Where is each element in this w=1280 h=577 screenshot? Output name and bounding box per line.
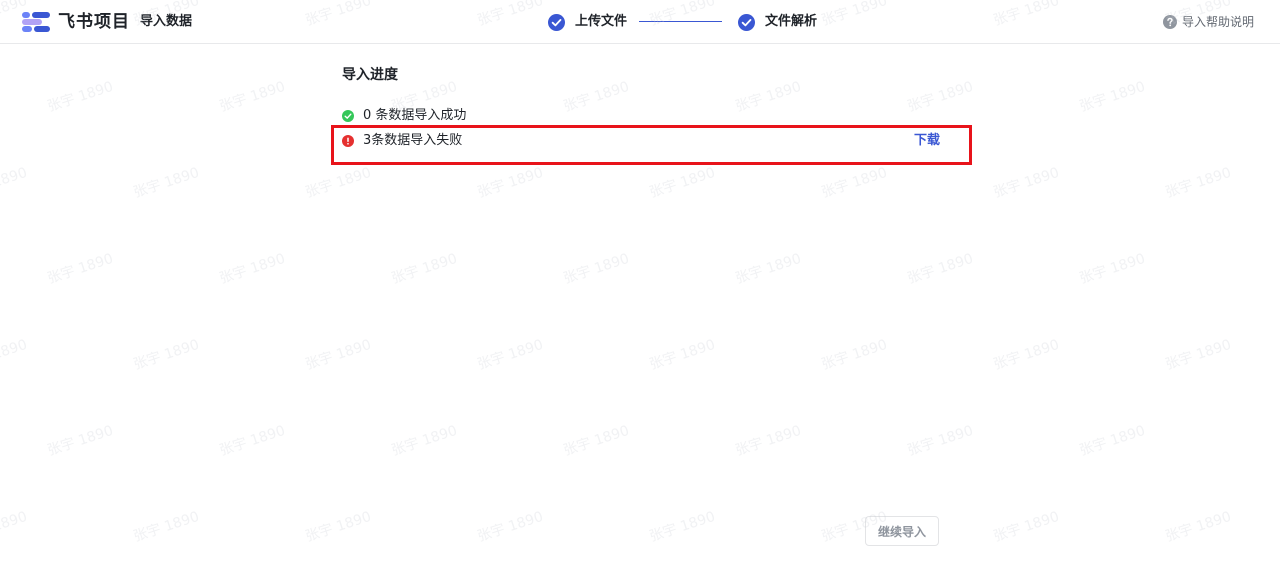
watermark-text: 张宇 1890 xyxy=(1077,78,1148,116)
watermark-text: 张宇 1890 xyxy=(303,164,374,202)
help-label: 导入帮助说明 xyxy=(1181,15,1254,29)
error-exclamation-icon xyxy=(342,135,354,147)
watermark-text: 张宇 1890 xyxy=(389,422,460,460)
continue-import-button[interactable]: 继续导入 xyxy=(865,516,939,546)
watermark-text: 张宇 1890 xyxy=(647,164,718,202)
watermark-text: 张宇 1890 xyxy=(217,78,288,116)
brand-name: 飞书项目 xyxy=(58,12,130,32)
watermark-text: 张宇 1890 xyxy=(45,250,116,288)
question-circle-icon xyxy=(1162,15,1177,29)
step-done-check-icon xyxy=(738,13,755,31)
watermark-text: 张宇 1890 xyxy=(45,422,116,460)
watermark-text: 张宇 1890 xyxy=(991,164,1062,202)
watermark-text: 张宇 1890 xyxy=(475,508,546,546)
watermark-text: 张宇 1890 xyxy=(131,508,202,546)
download-failed-records-link[interactable]: 下载 xyxy=(914,132,940,150)
step-connector xyxy=(639,21,722,22)
watermark-text: 张宇 1890 xyxy=(475,164,546,202)
watermark-text: 张宇 1890 xyxy=(45,78,116,116)
step-done-check-icon xyxy=(548,13,565,31)
step-upload-file: 上传文件 xyxy=(548,12,627,32)
watermark-text: 张宇 1890 xyxy=(733,422,804,460)
step-parse-file: 文件解析 xyxy=(738,12,817,32)
page-title: 导入数据 xyxy=(140,14,193,29)
watermark-text: 张宇 1890 xyxy=(905,78,976,116)
watermark-text: 张宇 1890 xyxy=(991,508,1062,546)
watermark-text: 张宇 1890 xyxy=(131,336,202,374)
watermark-text: 张宇 1890 xyxy=(1163,508,1234,546)
watermark-text: 张宇 1890 xyxy=(1163,336,1234,374)
watermark-text: 张宇 1890 xyxy=(0,336,30,373)
watermark-text: 张宇 1890 xyxy=(561,250,632,288)
watermark-text: 张宇 1890 xyxy=(819,336,890,374)
watermark-text: 张宇 1890 xyxy=(733,78,804,116)
watermark-text: 张宇 1890 xyxy=(1077,422,1148,460)
step-label: 文件解析 xyxy=(765,14,818,29)
watermark-text: 张宇 1890 xyxy=(303,336,374,374)
watermark-text: 张宇 1890 xyxy=(991,336,1062,374)
watermark-text: 张宇 1890 xyxy=(561,78,632,116)
success-text: 0 条数据导入成功 xyxy=(363,108,467,123)
success-row: 0 条数据导入成功 xyxy=(342,107,466,125)
watermark-text: 张宇 1890 xyxy=(905,250,976,288)
watermark-text: 张宇 1890 xyxy=(389,250,460,288)
watermark-text: 张宇 1890 xyxy=(647,508,718,546)
watermark-layer: 张宇 1890 张宇 1890 张宇 1890 张宇 1890 张宇 1890 张宇 18… xyxy=(0,0,1280,577)
step-label: 上传文件 xyxy=(575,14,628,29)
import-page: 飞书项目 导入数据 上传文件 文件解析 导入帮助说明 导入进度 0 条数据导入成… xyxy=(0,0,1280,577)
watermark-text: 张宇 1890 xyxy=(0,164,30,201)
import-progress-title: 导入进度 xyxy=(342,67,398,83)
import-help-link[interactable]: 导入帮助说明 xyxy=(1162,14,1254,30)
watermark-text: 张宇 1890 xyxy=(131,164,202,202)
watermark-text: 张宇 1890 xyxy=(561,422,632,460)
watermark-text: 张宇 1890 xyxy=(905,422,976,460)
feishu-project-logo-icon xyxy=(22,12,50,32)
fail-text: 3条数据导入失败 xyxy=(363,133,463,148)
fail-row: 3条数据导入失败 xyxy=(342,132,942,150)
watermark-text: 张宇 1890 xyxy=(303,508,374,546)
watermark-text: 张宇 1890 xyxy=(217,422,288,460)
top-header: 飞书项目 导入数据 上传文件 文件解析 导入帮助说明 xyxy=(0,0,1280,44)
watermark-text: 张宇 1890 xyxy=(647,336,718,374)
success-check-icon xyxy=(342,110,354,122)
watermark-text: 张宇 1890 xyxy=(819,164,890,202)
watermark-text: 张宇 1890 xyxy=(1077,250,1148,288)
watermark-text: 张宇 1890 xyxy=(733,250,804,288)
watermark-text: 张宇 1890 xyxy=(0,508,30,545)
watermark-text: 张宇 1890 xyxy=(475,336,546,374)
watermark-text: 张宇 1890 xyxy=(217,250,288,288)
watermark-text: 张宇 1890 xyxy=(1163,164,1234,202)
